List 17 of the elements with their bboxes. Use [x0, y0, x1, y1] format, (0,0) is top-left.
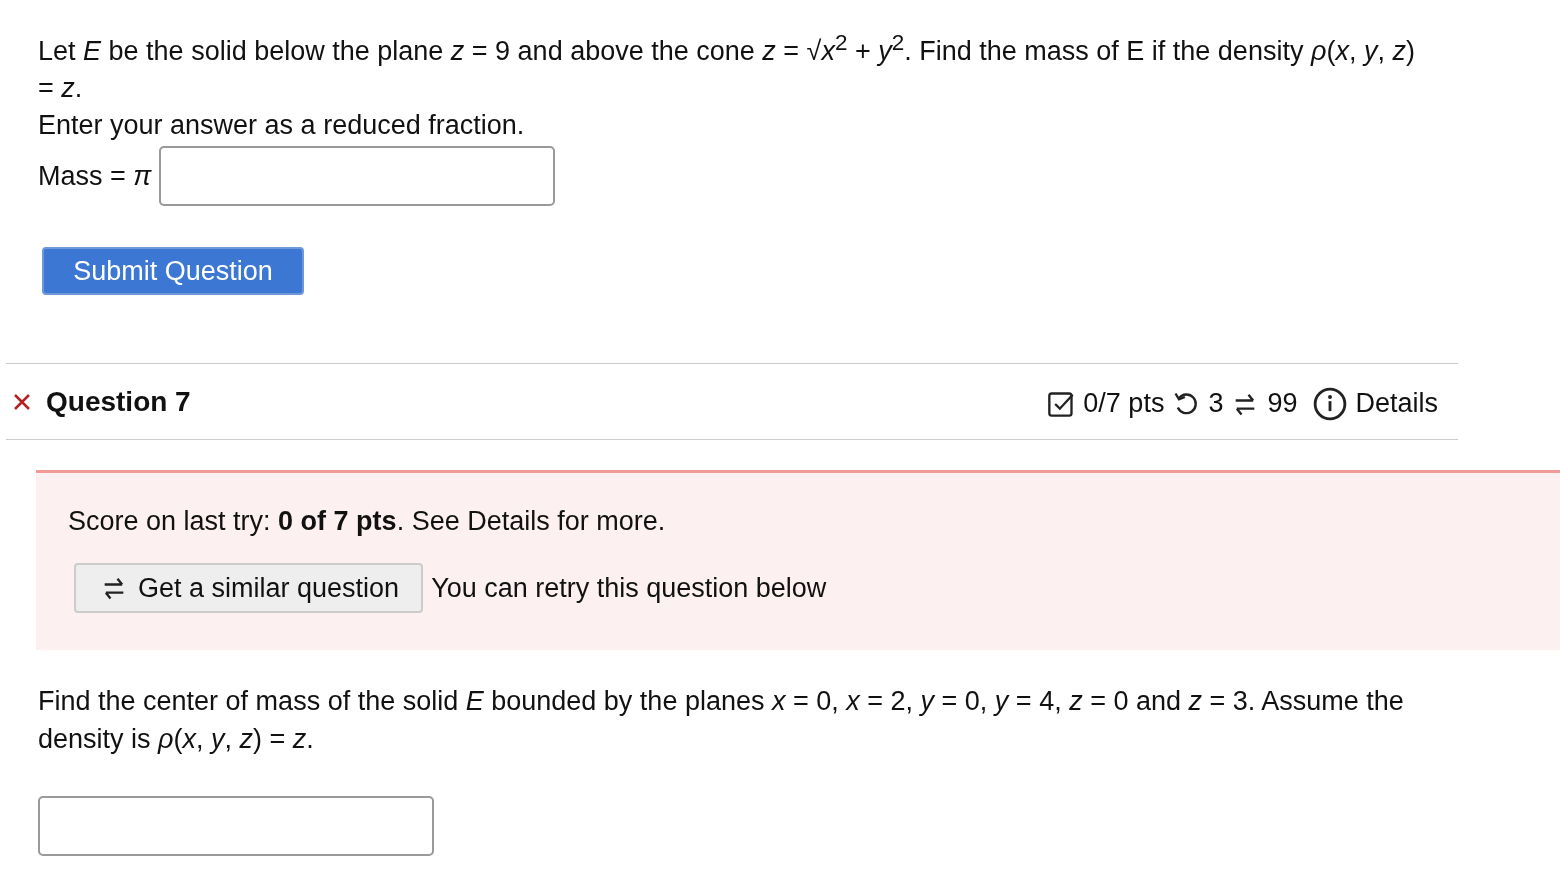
answer-field[interactable] [159, 146, 556, 206]
answer-field[interactable] [38, 796, 434, 856]
versions-count: 99 [1267, 388, 1298, 419]
question-title: Question 7 [46, 385, 191, 418]
instruction-text: Enter your answer as a reduced fraction. [38, 109, 526, 142]
submit-button[interactable]: Submit Question [42, 247, 304, 295]
similar-question-button[interactable]: Get a similar question [74, 563, 424, 613]
score-feedback-text: Score on last try: 0 of 7 pts. See Details for more. [68, 505, 667, 538]
retry-note: You can retry this question below [431, 572, 827, 604]
problem-text: Let E be the solid below the plane z = 9 and above the cone z = √x$^{2}$ + y$^{2}$. Find the mass of E if the density ρ(x, y, z) = z. [38, 29, 1416, 105]
checkbox-icon [1047, 389, 1076, 418]
score-text: 0/7 pts [1083, 388, 1165, 419]
info-icon [1313, 386, 1348, 421]
question-text: Find the center of mass of the solid E bounded by the planes x = 0, x = 2, y = 0, y = 4, z = 0 and z = 3. Assume the density is ρ(x, y, z) = z. [38, 685, 1405, 756]
answer-label: Mass = π [38, 159, 152, 193]
tries-count: 3 [1208, 388, 1224, 419]
details-link[interactable]: Details [1355, 388, 1438, 419]
